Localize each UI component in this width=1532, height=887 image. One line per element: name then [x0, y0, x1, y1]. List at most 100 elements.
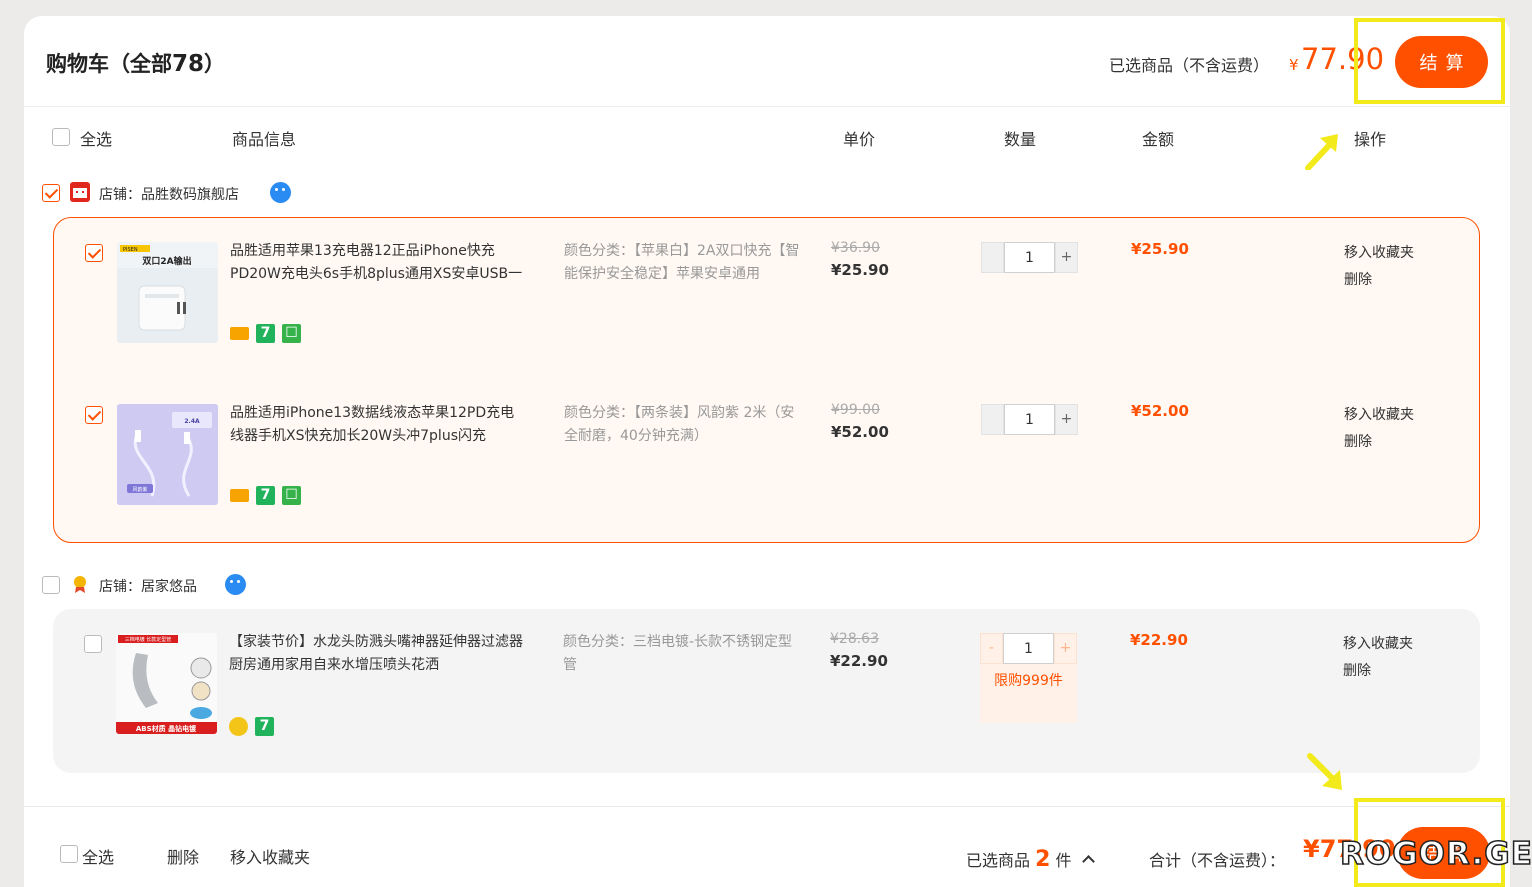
total-label: 合计（不含运费）： [1149, 851, 1286, 870]
product-title[interactable]: 【家装节价】水龙头防溅头嘴神器延伸器过滤器厨房通用家用自来水增压喷头花洒 [229, 631, 527, 677]
current-price: ¥52.00 [831, 423, 889, 441]
selected-suffix: 件 [1055, 851, 1072, 870]
plus-button[interactable]: + [1055, 242, 1078, 273]
selected-count: 2 [1035, 847, 1051, 872]
item-amount: ¥22.90 [1130, 631, 1188, 649]
chat-icon[interactable] [225, 574, 246, 595]
item-operations: 移入收藏夹 删除 [1343, 631, 1413, 685]
product-thumbnail[interactable]: 三档电镀 长款定型管 ABS材质 晶钻电镀 [116, 633, 217, 734]
highlight-box-top [1354, 18, 1505, 104]
svg-text:PISEN: PISEN [123, 247, 138, 253]
cart-footer: 全选 删除 移入收藏夹 已选商品 2 件 合计（不含运费）： ¥77.90 结算 [24, 806, 1510, 887]
page-title: 购物车（全部78） [46, 48, 225, 78]
quantity-stepper: + [981, 242, 1078, 273]
sku-info[interactable]: 颜色分类：三档电镀-长款不锈钢定型管 [563, 631, 799, 677]
quantity-stepper: - + [980, 633, 1077, 664]
shop-header-pisen: 店铺：品胜数码旗舰店 [24, 182, 1510, 208]
cart-panel: 购物车（全部78） 已选商品（不含运费） ¥ 77.90 结算 全选 商品信息 … [24, 16, 1510, 887]
col-amount: 金额 [1142, 130, 1175, 149]
delete-link[interactable]: 删除 [1344, 429, 1414, 456]
watermark: ROGOR.GE [1339, 835, 1532, 873]
gold-seller-icon [70, 574, 90, 594]
sku-info[interactable]: 颜色分类：【苹果白】2A双口快充【智能保护安全稳定】苹果安卓通用 [564, 240, 800, 286]
seven-day-return-icon: 7 [255, 717, 274, 736]
original-price: ¥99.00 [831, 402, 880, 418]
plus-button[interactable]: + [1054, 633, 1077, 664]
sku-info[interactable]: 颜色分类：【两条装】风韵紫 2米（安全耐磨，40分钟充满） [564, 402, 800, 448]
quantity-input[interactable] [1003, 633, 1054, 664]
col-unit-price: 单价 [843, 130, 876, 149]
delete-link[interactable]: 删除 [1344, 267, 1414, 294]
quantity-input[interactable] [1004, 404, 1055, 435]
credit-card-icon [230, 489, 249, 502]
bell-icon [229, 717, 248, 736]
shop-checkbox[interactable] [42, 184, 60, 202]
quantity-stepper: + [981, 404, 1078, 435]
footer-select-all[interactable]: 全选 [82, 844, 114, 868]
minus-button[interactable]: - [980, 633, 1003, 664]
quantity-input[interactable] [1004, 242, 1055, 273]
quantity-stepper-limited: - + 限购999件 [980, 633, 1077, 723]
col-quantity: 数量 [1004, 130, 1037, 149]
purchase-limit: 限购999件 [994, 673, 1063, 689]
svg-text:风韵紫: 风韵紫 [132, 486, 147, 493]
arrow-up-right-icon [1305, 134, 1338, 170]
item-amount: ¥52.00 [1131, 402, 1189, 420]
svg-text:三档电镀 长款定型管: 三档电镀 长款定型管 [125, 636, 172, 643]
warranty-icon: ☐ [282, 324, 301, 343]
footer-select-all-checkbox[interactable] [60, 845, 78, 863]
shop-name[interactable]: 店铺：品胜数码旗舰店 [99, 184, 239, 204]
select-all-checkbox[interactable] [52, 128, 70, 146]
minus-button[interactable] [981, 404, 1004, 435]
move-to-favorites-link[interactable]: 移入收藏夹 [1344, 240, 1414, 267]
credit-card-icon [230, 327, 249, 340]
shop-items-group: 三档电镀 长款定型管 ABS材质 晶钻电镀 【家装节价】水龙头防溅头嘴神器延伸器… [53, 609, 1480, 773]
product-title[interactable]: 品胜适用苹果13充电器12正品iPhone快充PD20W充电头6s手机8plus… [230, 240, 528, 286]
service-badges: 7 [229, 717, 281, 737]
currency-symbol: ¥ [1289, 56, 1299, 74]
service-badges: 7 ☐ [230, 486, 308, 506]
title-end: ） [204, 52, 226, 76]
delete-link[interactable]: 删除 [1343, 658, 1413, 685]
plus-button[interactable]: + [1055, 404, 1078, 435]
cart-item: 2.4A 风韵紫 品胜适用iPhone13数据线液态苹果12PD充电线器手机XS… [54, 380, 1479, 540]
minus-button[interactable] [981, 242, 1004, 273]
move-to-favorites-link[interactable]: 移入收藏夹 [1344, 402, 1414, 429]
shop-checkbox[interactable] [42, 576, 60, 594]
title-text: 购物车（全部 [46, 52, 172, 76]
item-checkbox[interactable] [85, 406, 103, 424]
product-thumbnail[interactable]: 2.4A 风韵紫 [117, 404, 218, 505]
item-checkbox[interactable] [84, 635, 102, 653]
shop-items-group-selected: PISEN 双口2A输出 品胜适用苹果13充电器12正品iPhone快充PD20… [53, 217, 1480, 543]
service-badges: 7 ☐ [230, 324, 308, 344]
seven-day-return-icon: 7 [256, 324, 275, 343]
warranty-icon: ☐ [282, 486, 301, 505]
footer-delete[interactable]: 删除 [167, 844, 199, 868]
shop-name[interactable]: 店铺：居家悠品 [99, 576, 197, 596]
arrow-down-right-icon [1307, 753, 1342, 790]
svg-text:2.4A: 2.4A [184, 418, 200, 425]
move-to-favorites-link[interactable]: 移入收藏夹 [1343, 631, 1413, 658]
seven-day-return-icon: 7 [256, 486, 275, 505]
cart-item: PISEN 双口2A输出 品胜适用苹果13充电器12正品iPhone快充PD20… [54, 218, 1479, 378]
col-product-info: 商品信息 [232, 130, 297, 149]
footer-move-to-favorites[interactable]: 移入收藏夹 [230, 844, 310, 868]
shop-header-jujia: 店铺：居家悠品 [24, 574, 1510, 600]
cart-item: 三档电镀 长款定型管 ABS材质 晶钻电镀 【家装节价】水龙头防溅头嘴神器延伸器… [53, 609, 1480, 769]
item-operations: 移入收藏夹 删除 [1344, 240, 1414, 294]
item-checkbox[interactable] [85, 244, 103, 262]
product-title[interactable]: 品胜适用iPhone13数据线液态苹果12PD充电线器手机XS快充加长20W头冲… [230, 402, 528, 448]
tmall-shop-icon [70, 182, 90, 202]
current-price: ¥22.90 [830, 652, 888, 670]
selected-count-area[interactable]: 已选商品 2 件 [966, 847, 1095, 872]
selected-label: 已选商品（不含运费） [1109, 56, 1270, 75]
divider [24, 106, 1510, 107]
chevron-up-icon[interactable] [1081, 855, 1095, 868]
column-header-row: 全选 商品信息 单价 数量 金额 操作 [24, 126, 1510, 150]
original-price: ¥36.90 [831, 240, 880, 256]
chat-icon[interactable] [270, 182, 291, 203]
product-thumbnail[interactable]: PISEN 双口2A输出 [117, 242, 218, 343]
col-operation: 操作 [1354, 130, 1387, 149]
select-all-label[interactable]: 全选 [80, 126, 112, 150]
svg-text:双口2A输出: 双口2A输出 [142, 255, 191, 267]
